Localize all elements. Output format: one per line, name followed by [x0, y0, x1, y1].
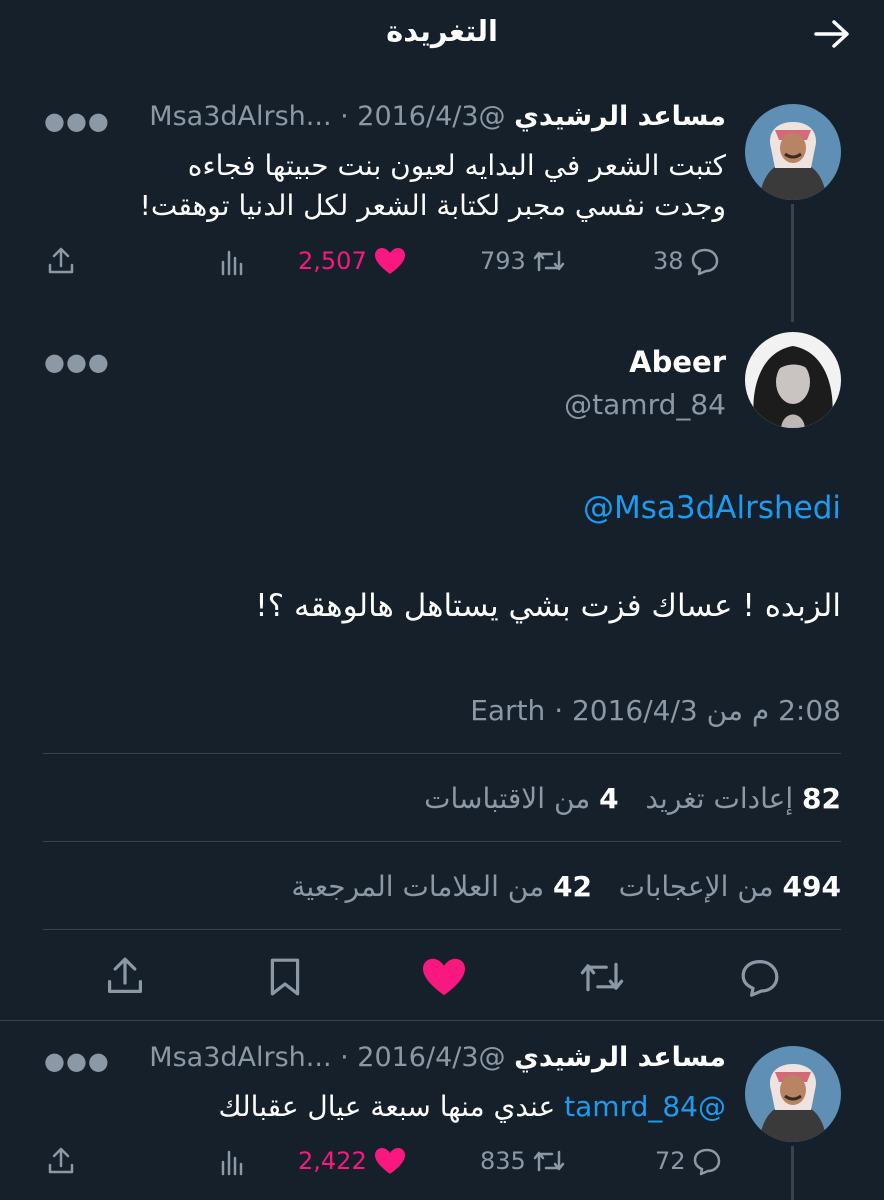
retweets-count: 82: [802, 782, 841, 815]
share-icon[interactable]: [46, 1146, 76, 1176]
heart-icon: [373, 246, 407, 276]
like-count: 2,422: [298, 1147, 367, 1175]
views-icon[interactable]: [219, 1148, 247, 1176]
more-icon[interactable]: ●●●: [44, 1047, 110, 1075]
tweet-text-line: كتبت الشعر في البدايه لعيون بنت حبيتها ف…: [187, 149, 726, 182]
like-count: 2,507: [298, 247, 367, 275]
tweet-text: @tamrd_84 عندي منها سبعة عيال عقبالك: [26, 1087, 726, 1127]
tweet-text: الزبده ! عساك فزت بشي يستاهل هالوهقه ؟!: [255, 588, 841, 624]
tweet-meta: @Msa3dAlrsh... · 2016/4/3: [149, 101, 506, 132]
tweet-text-body: عندي منها سبعة عيال عقبالك: [218, 1090, 565, 1123]
author-name[interactable]: مساعد الرشيدي: [514, 1042, 726, 1073]
tweet-meta: @Msa3dAlrsh... · 2016/4/3: [149, 1042, 506, 1073]
tweet-text-line: وجدت نفسي مجبر لكتابة الشعر لكل الدنيا ت…: [139, 189, 726, 222]
reply-icon: [690, 246, 720, 276]
mention-link[interactable]: @Msa3dAlrshedi: [583, 490, 841, 526]
tweet-text: كتبت الشعر في البدايه لعيون بنت حبيتها ف…: [26, 146, 726, 226]
quotes-label: من الاقتباسات: [424, 782, 591, 815]
author-name[interactable]: مساعد الرشيدي: [514, 101, 726, 132]
likes-label: من الإعجابات: [618, 870, 774, 903]
tweet-timestamp[interactable]: 2:08 م من Earth · 2016/4/3: [470, 694, 841, 727]
retweet-icon: [532, 1146, 566, 1176]
like-button[interactable]: 2,507: [298, 246, 407, 276]
views-icon[interactable]: [219, 248, 247, 276]
avatar[interactable]: [745, 1046, 841, 1142]
divider: [43, 929, 841, 930]
tweet-header: مساعد الرشيدي @Msa3dAlrsh... · 2016/4/3: [149, 101, 726, 132]
reply-button[interactable]: 72: [655, 1146, 722, 1176]
like-button[interactable]: 2,422: [298, 1146, 407, 1176]
heart-icon[interactable]: [420, 956, 468, 998]
retweet-button[interactable]: 835: [480, 1146, 566, 1176]
reply-icon[interactable]: [738, 956, 782, 998]
quotes-count: 4: [599, 782, 619, 815]
more-icon[interactable]: ●●●: [44, 348, 110, 376]
page-title: التغريدة: [386, 14, 498, 48]
reply-count: 72: [655, 1147, 686, 1175]
mention-link[interactable]: @tamrd_84: [564, 1090, 726, 1123]
reply-button[interactable]: 38: [653, 246, 720, 276]
divider: [43, 841, 841, 842]
reply-count: 38: [653, 247, 684, 275]
retweet-icon: [532, 246, 566, 276]
author-handle[interactable]: @tamrd_84: [564, 388, 726, 421]
share-icon[interactable]: [104, 955, 146, 997]
likes-count: 494: [782, 870, 841, 903]
bookmark-icon[interactable]: [266, 956, 304, 998]
share-icon[interactable]: [46, 246, 76, 276]
retweet-count: 835: [480, 1147, 526, 1175]
retweet-button[interactable]: 793: [480, 246, 566, 276]
tweet-header: مساعد الرشيدي @Msa3dAlrsh... · 2016/4/3: [149, 1042, 726, 1073]
bookmarks-count: 42: [553, 870, 592, 903]
author-name[interactable]: Abeer: [629, 345, 726, 379]
like-stats[interactable]: 494 من الإعجابات 42 من العلامات المرجعية: [291, 870, 841, 903]
retweet-count: 793: [480, 247, 526, 275]
retweet-stats[interactable]: 82 إعادات تغريد 4 من الاقتباسات: [424, 782, 841, 815]
thread-line: [791, 1146, 794, 1200]
retweets-label: إعادات تغريد: [645, 782, 794, 815]
reply-icon: [692, 1146, 722, 1176]
more-icon[interactable]: ●●●: [44, 107, 110, 135]
divider: [0, 1020, 884, 1021]
retweet-icon[interactable]: [578, 956, 626, 998]
back-arrow-icon[interactable]: [812, 18, 852, 50]
heart-icon: [373, 1146, 407, 1176]
divider: [43, 753, 841, 754]
avatar[interactable]: [745, 332, 841, 428]
thread-line: [791, 204, 794, 322]
avatar[interactable]: [745, 104, 841, 200]
bookmarks-label: من العلامات المرجعية: [291, 870, 545, 903]
